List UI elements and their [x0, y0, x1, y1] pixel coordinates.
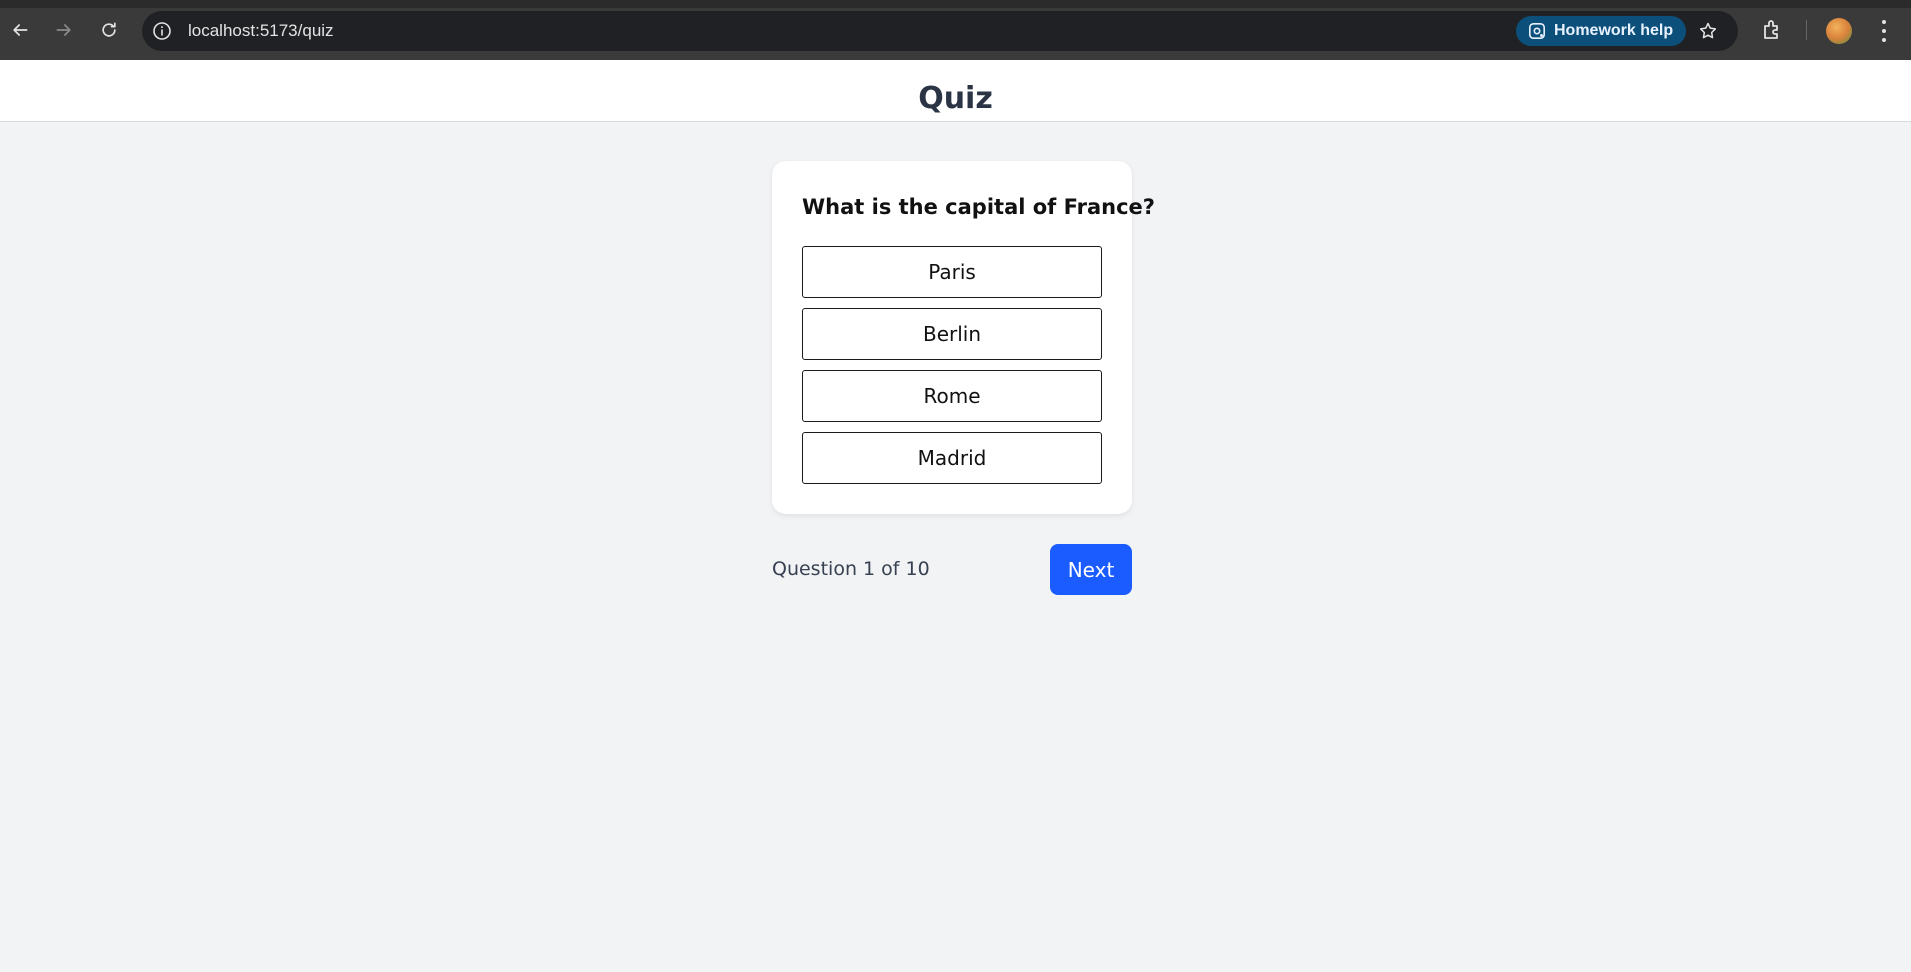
lens-icon [1528, 22, 1546, 40]
browser-menu-icon[interactable] [1876, 18, 1892, 44]
extensions-icon[interactable] [1760, 18, 1784, 42]
reload-button[interactable] [95, 16, 123, 44]
arrow-left-icon [13, 24, 28, 36]
answer-option-madrid[interactable]: Madrid [802, 432, 1102, 484]
toolbar-divider [1806, 20, 1807, 40]
question-counter: Question 1 of 10 [772, 558, 930, 580]
answer-option-paris[interactable]: Paris [802, 246, 1102, 298]
tab-strip [0, 0, 1911, 8]
homework-help-button[interactable]: Homework help [1516, 16, 1686, 46]
question-text: What is the capital of France? [802, 195, 1155, 219]
browser-toolbar: localhost:5173/quiz Homework help [0, 0, 1911, 60]
next-button[interactable]: Next [1050, 544, 1132, 595]
homework-help-label: Homework help [1554, 22, 1674, 39]
arrow-right-icon [56, 24, 71, 36]
address-bar[interactable]: localhost:5173/quiz Homework help [142, 11, 1738, 51]
answer-option-berlin[interactable]: Berlin [802, 308, 1102, 360]
profile-avatar[interactable] [1826, 18, 1852, 44]
answer-option-rome[interactable]: Rome [802, 370, 1102, 422]
reload-icon [102, 22, 116, 37]
bookmark-star-icon[interactable] [1697, 20, 1719, 42]
url-text[interactable]: localhost:5173/quiz [188, 21, 334, 41]
app-header: Quiz [0, 60, 1911, 122]
site-info-icon[interactable] [152, 21, 172, 41]
forward-button[interactable] [50, 16, 78, 44]
page-title: Quiz [918, 81, 993, 116]
question-card: What is the capital of France? Paris Ber… [772, 161, 1155, 514]
back-button[interactable] [6, 16, 34, 44]
